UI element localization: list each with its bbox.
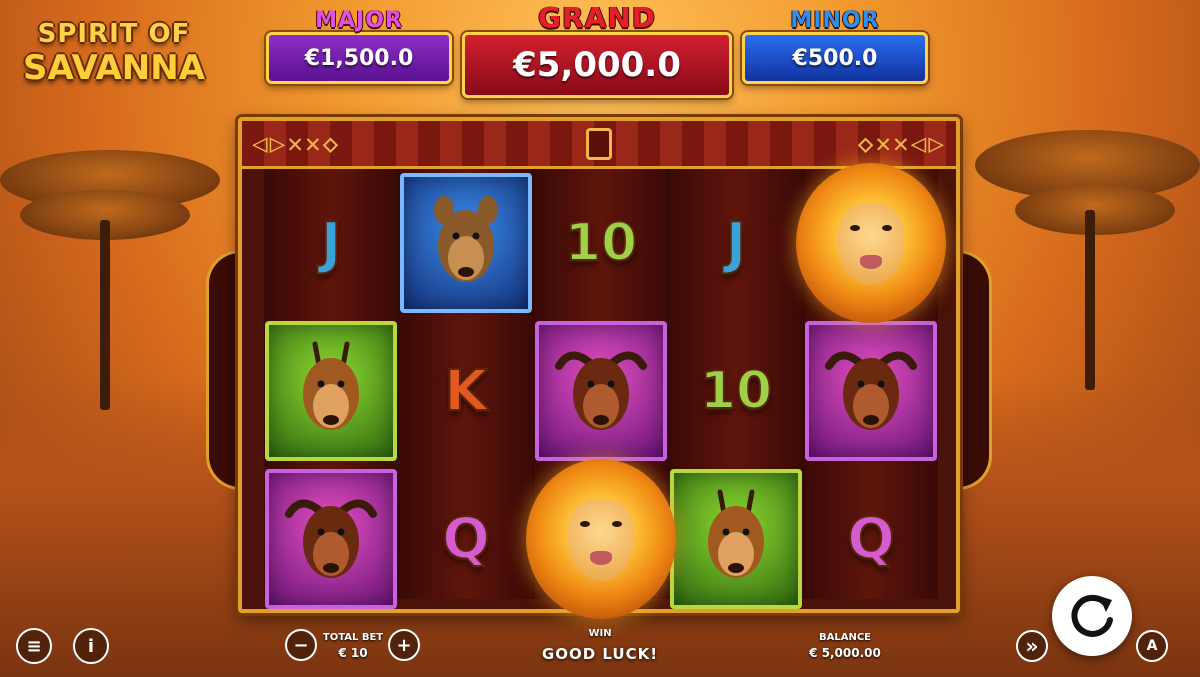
frame-emblem-icon bbox=[586, 127, 612, 160]
balance-value: € 5,000.00 bbox=[809, 646, 881, 660]
jackpot-major-label: MAJOR bbox=[315, 8, 403, 33]
reel-frame: ◁▷✕✕◇ ◇✕✕◁▷ J K Q 10 J 10 Q bbox=[238, 117, 960, 619]
total-bet-value: € 10 bbox=[338, 646, 368, 660]
autoplay-icon: A bbox=[1146, 638, 1158, 654]
jackpot-grand: GRAND €5,000.0 bbox=[462, 4, 732, 98]
spin-button[interactable] bbox=[1052, 576, 1132, 656]
reel-3: 10 bbox=[526, 169, 676, 619]
fast-forward-icon: » bbox=[1025, 634, 1039, 658]
logo-line-2: SAVANNA bbox=[22, 48, 206, 88]
acacia-tree-left bbox=[0, 150, 230, 410]
spin-icon bbox=[1071, 594, 1113, 637]
total-bet-label: TOTAL BET bbox=[322, 632, 384, 643]
reel-frame-left-ornament bbox=[206, 250, 240, 490]
increase-bet-button[interactable]: + bbox=[388, 629, 420, 661]
symbol-q: Q bbox=[846, 506, 896, 573]
jackpot-minor-value: €500.0 bbox=[742, 32, 928, 84]
gazelle-symbol-icon bbox=[670, 469, 802, 609]
reel-frame-right-ornament bbox=[958, 250, 992, 490]
turbo-button[interactable]: » bbox=[1016, 630, 1048, 662]
symbol-q: Q bbox=[441, 506, 491, 573]
reel-4: J 10 bbox=[669, 169, 804, 609]
reel-symbol: K bbox=[399, 317, 533, 465]
reel-symbol: Q bbox=[804, 465, 938, 613]
lion-symbol-icon bbox=[526, 459, 676, 619]
reel-symbol bbox=[796, 163, 946, 323]
jackpot-minor-label: MINOR bbox=[790, 8, 880, 33]
buffalo-symbol-icon bbox=[535, 321, 667, 461]
reel-symbol bbox=[526, 459, 676, 619]
reel-2: KQ bbox=[399, 169, 534, 599]
minus-icon: − bbox=[293, 634, 309, 656]
reel-symbol: 10 bbox=[669, 317, 803, 465]
symbol-k: K bbox=[443, 358, 488, 425]
symbol-10: 10 bbox=[699, 360, 773, 422]
autoplay-button[interactable]: A bbox=[1136, 630, 1168, 662]
reel-frame-header: ◁▷✕✕◇ ◇✕✕◁▷ bbox=[242, 121, 956, 169]
reel-symbol bbox=[669, 465, 803, 613]
reel-symbol bbox=[399, 169, 533, 317]
hyena-symbol-icon bbox=[400, 173, 532, 313]
jackpot-major-value: €1,500.0 bbox=[266, 32, 452, 84]
symbol-j: J bbox=[725, 210, 748, 277]
buffalo-symbol-icon bbox=[265, 469, 397, 609]
reel-symbol bbox=[804, 317, 938, 465]
lion-symbol-icon bbox=[796, 163, 946, 323]
game-logo: SPIRIT OF SAVANNA bbox=[14, 20, 214, 120]
info-icon: i bbox=[87, 635, 95, 657]
acacia-tree-right bbox=[975, 130, 1200, 390]
menu-icon: ≡ bbox=[26, 635, 42, 657]
symbol-10: 10 bbox=[564, 212, 638, 274]
reel-1: J bbox=[264, 169, 399, 609]
menu-button[interactable]: ≡ bbox=[16, 628, 52, 664]
plus-icon: + bbox=[396, 634, 412, 656]
reel-grid: J K Q 10 J 10 Q bbox=[264, 163, 946, 619]
win-label: WIN bbox=[588, 628, 612, 639]
jackpot-grand-label: GRAND bbox=[538, 1, 656, 34]
jackpot-major: MAJOR €1,500.0 bbox=[266, 10, 452, 84]
reel-symbol: Q bbox=[399, 465, 533, 613]
balance-label: BALANCE bbox=[818, 632, 871, 643]
reel-symbol bbox=[264, 317, 398, 465]
logo-line-1: SPIRIT OF bbox=[37, 19, 191, 49]
buffalo-symbol-icon bbox=[805, 321, 937, 461]
tribal-pattern-right: ◇✕✕◁▷ bbox=[857, 128, 946, 159]
jackpot-grand-value: €5,000.0 bbox=[462, 32, 732, 98]
reel-symbol bbox=[264, 465, 398, 613]
symbol-j: J bbox=[320, 210, 343, 277]
jackpot-minor: MINOR €500.0 bbox=[742, 10, 928, 84]
reel-symbol bbox=[534, 317, 668, 465]
reel-symbol: J bbox=[264, 169, 398, 317]
reel-symbol: J bbox=[669, 169, 803, 317]
win-message: GOOD LUCK! bbox=[541, 645, 659, 663]
tribal-pattern-left: ◁▷✕✕◇ bbox=[252, 128, 341, 159]
reel-5: Q bbox=[796, 163, 946, 599]
decrease-bet-button[interactable]: − bbox=[285, 629, 317, 661]
info-button[interactable]: i bbox=[73, 628, 109, 664]
gazelle-symbol-icon bbox=[265, 321, 397, 461]
reel-symbol: 10 bbox=[534, 169, 668, 317]
